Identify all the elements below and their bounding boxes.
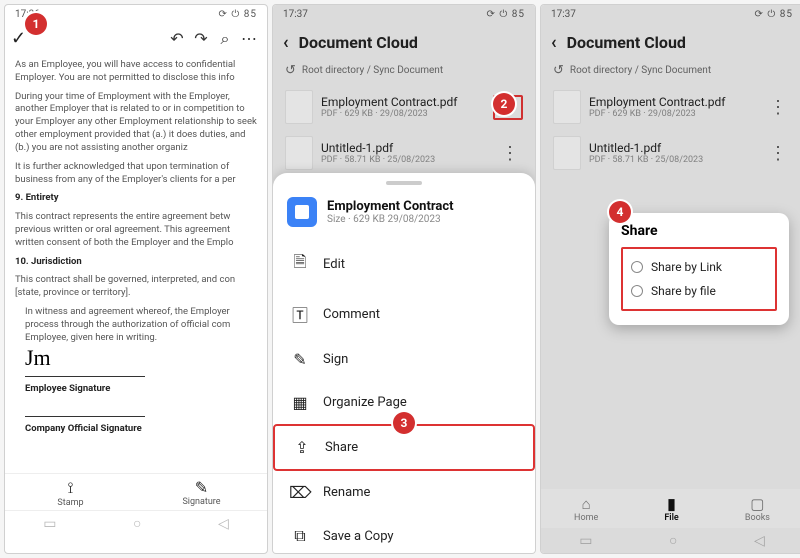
share-popover: Share Share by Link Share by file (609, 213, 789, 325)
file-row[interactable]: Employment Contract.pdf PDF · 629 KB · 2… (279, 84, 529, 130)
system-nav-bar: ▭ ○ ◁ (541, 527, 800, 553)
share-icon: ⇪ (291, 438, 313, 457)
menu-save-copy[interactable]: ⧉Save a Copy (273, 514, 535, 554)
stamp-icon: ⟟ (5, 478, 136, 498)
step-marker-3: 3 (393, 412, 415, 434)
sheet-handle[interactable] (386, 181, 422, 185)
file-name: Untitled-1.pdf (321, 141, 497, 155)
stamp-button[interactable]: ⟟Stamp (5, 478, 136, 508)
signature-button[interactable]: ✎Signature (136, 478, 267, 508)
back-icon[interactable]: ‹ (283, 32, 289, 53)
file-info: PDF · 629 KB · 29/08/2023 (321, 109, 493, 119)
tab-books[interactable]: ▢Books (745, 495, 770, 523)
sheet-doc-name: Employment Contract (327, 199, 454, 214)
screen-title: Document Cloud (299, 33, 418, 52)
edit-icon: 🗎 (289, 251, 311, 278)
refresh-icon[interactable]: ↺ (285, 63, 296, 78)
share-by-file-option[interactable]: Share by file (629, 279, 769, 303)
bottom-tab-bar: ⌂Home ▮File ▢Books (541, 489, 800, 527)
sign-icon: ✎ (289, 350, 311, 369)
file-info: PDF · 629 KB · 29/08/2023 (589, 109, 765, 119)
undo-icon[interactable]: ↶ (165, 29, 189, 48)
menu-sign[interactable]: ✎Sign (273, 338, 535, 381)
nav-recent-icon[interactable]: ▭ (43, 516, 56, 532)
menu-edit[interactable]: 🗎Edit (273, 239, 535, 290)
file-more-icon[interactable]: ⋮ (765, 97, 791, 118)
back-icon[interactable]: ‹ (551, 32, 557, 53)
screen-title: Document Cloud (567, 33, 686, 52)
refresh-icon[interactable]: ↺ (553, 63, 564, 78)
pane-1-document-editor: 17:36 ⟳ ⏻ 85 ✓ ↶ ↷ ⌕ ⋯ 1 As an Employee,… (4, 4, 268, 554)
nav-home-icon[interactable]: ○ (133, 515, 141, 532)
file-thumb (285, 90, 313, 124)
sheet-doc-size: Size · 629 KB 29/08/2023 (327, 214, 454, 225)
status-time: 17:37 (551, 9, 576, 20)
system-nav-bar: ▭ ○ ◁ (5, 510, 267, 536)
nav-back-icon[interactable]: ◁ (754, 533, 765, 549)
status-bar: 17:37 ⟳ ⏻ 85 (273, 5, 535, 24)
file-name: Employment Contract.pdf (321, 95, 493, 109)
file-row[interactable]: Untitled-1.pdf PDF · 58.71 KB · 25/08/20… (547, 130, 797, 176)
file-info: PDF · 58.71 KB · 25/08/2023 (589, 155, 765, 165)
tab-home[interactable]: ⌂Home (574, 495, 598, 523)
step-marker-4: 4 (609, 201, 631, 223)
status-icons: ⟳ ⏻ 85 (487, 9, 526, 20)
radio-icon (631, 285, 643, 297)
save-copy-icon: ⧉ (289, 526, 311, 546)
share-by-link-option[interactable]: Share by Link (629, 255, 769, 279)
file-more-icon[interactable]: ⋮ (497, 143, 523, 164)
radio-icon (631, 261, 643, 273)
overflow-icon[interactable]: ⋯ (237, 29, 261, 48)
screen-header: ‹ Document Cloud (541, 24, 800, 61)
signature-glyph: Jm (25, 345, 51, 370)
tab-file[interactable]: ▮File (664, 495, 678, 523)
organize-icon: ▦ (289, 393, 311, 412)
file-thumb (553, 136, 581, 170)
signature-icon: ✎ (136, 478, 267, 497)
status-icons: ⟳ ⏻ 85 (219, 9, 258, 20)
nav-back-icon[interactable]: ◁ (218, 516, 229, 532)
comment-icon: 🅃 (289, 302, 311, 326)
pane-2-bottom-sheet: 17:37 ⟳ ⏻ 85 ‹ Document Cloud ↺ Root dir… (272, 4, 536, 554)
nav-home-icon[interactable]: ○ (669, 532, 677, 549)
popover-options-frame: Share by Link Share by file (621, 247, 777, 311)
file-row[interactable]: Employment Contract.pdf PDF · 629 KB · 2… (547, 84, 797, 130)
file-name: Employment Contract.pdf (589, 95, 765, 109)
file-more-icon[interactable]: ⋮ (765, 143, 791, 164)
breadcrumb: ↺ Root directory / Sync Document (273, 61, 535, 84)
bottom-tool-row: ⟟Stamp ✎Signature (5, 473, 267, 510)
file-thumb (285, 136, 313, 170)
menu-rename[interactable]: ⌦Rename (273, 471, 535, 514)
file-name: Untitled-1.pdf (589, 141, 765, 155)
document-content: As an Employee, you will have access to … (5, 53, 267, 473)
done-check-icon[interactable]: ✓ (11, 28, 26, 49)
books-icon: ▢ (745, 495, 770, 513)
rename-icon: ⌦ (289, 483, 311, 502)
search-icon[interactable]: ⌕ (213, 29, 237, 49)
pdf-app-icon (287, 197, 317, 227)
popover-title: Share (621, 223, 777, 239)
step-marker-1: 1 (25, 13, 47, 35)
step-marker-2: 2 (493, 93, 515, 115)
status-time: 17:37 (283, 9, 308, 20)
file-row[interactable]: Untitled-1.pdf PDF · 58.71 KB · 25/08/20… (279, 130, 529, 176)
status-bar: 17:37 ⟳ ⏻ 85 (541, 5, 800, 24)
file-icon: ▮ (664, 495, 678, 513)
status-icons: ⟳ ⏻ 85 (755, 9, 794, 20)
home-icon: ⌂ (574, 495, 598, 513)
nav-recent-icon[interactable]: ▭ (579, 533, 592, 549)
menu-comment[interactable]: 🅃Comment (273, 290, 535, 338)
redo-icon[interactable]: ↷ (189, 29, 213, 48)
breadcrumb: ↺ Root directory / Sync Document (541, 61, 800, 84)
file-thumb (553, 90, 581, 124)
screen-header: ‹ Document Cloud (273, 24, 535, 61)
file-info: PDF · 58.71 KB · 25/08/2023 (321, 155, 497, 165)
bottom-sheet: Employment Contract Size · 629 KB 29/08/… (273, 173, 535, 553)
pane-3-share-popover: 17:37 ⟳ ⏻ 85 ‹ Document Cloud ↺ Root dir… (540, 4, 800, 554)
